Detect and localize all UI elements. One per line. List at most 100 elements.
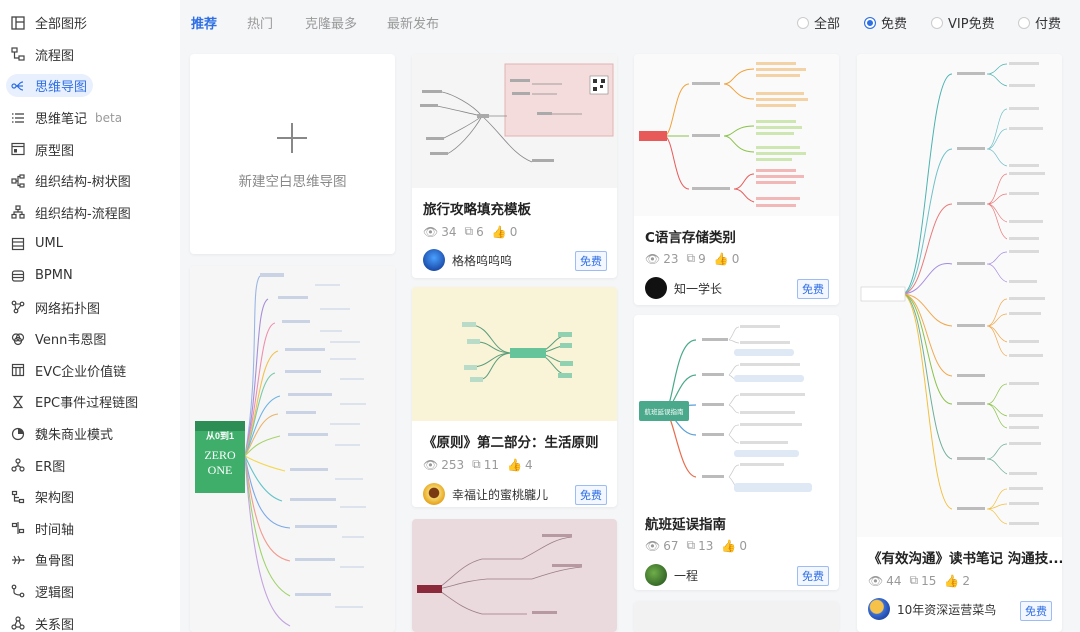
tab-latest[interactable]: 最新发布	[387, 13, 439, 32]
card-title[interactable]: 《原则》第二部分：生活原则	[423, 431, 599, 451]
like-thumb-icon: 👍	[944, 573, 960, 588]
views-count: 67	[663, 538, 679, 553]
card-stats: 👁 34 ⧉ 6 👍 0	[423, 224, 525, 239]
card-stats: 👁 253 ⧉ 11 👍 4	[423, 457, 541, 472]
views-count: 34	[441, 224, 457, 239]
sidebar-item-fishbone[interactable]: 鱼骨图	[0, 544, 180, 576]
sidebar-item-evc[interactable]: EVC企业价值链	[0, 355, 180, 387]
template-card-partial[interactable]	[412, 519, 617, 632]
card-author[interactable]: 格格呜呜呜	[423, 249, 512, 271]
clones-count: 6	[476, 224, 484, 239]
template-card-travel[interactable]: 旅行攻略填充模板 👁 34 ⧉ 6 👍 0 格格呜呜呜 免费	[412, 54, 617, 278]
sidebar-item-label: 关系图	[35, 617, 75, 632]
epc-icon	[10, 394, 26, 410]
mindmap-thumbnail: 从0到1 ZERO ONE	[190, 266, 395, 632]
radio-icon	[797, 16, 809, 29]
sidebar-item-er[interactable]: ER图	[0, 449, 180, 481]
app-root: 全部图形 流程图 思维导图 思维笔记 beta 原型图 组织结构-树状图 组织结…	[0, 0, 1080, 632]
sidebar-item-business-model[interactable]: 魏朱商业模式	[0, 418, 180, 450]
card-author[interactable]: 幸福让的蜜桃朧儿	[423, 483, 548, 505]
clone-copy-icon: ⧉	[464, 224, 474, 238]
sidebar-item-prototype[interactable]: 原型图	[0, 133, 180, 165]
template-card-effective-communication[interactable]: 《有效沟通》读书笔记 沟通技... 👁 44 ⧉ 15 👍 2 10年资深运营菜鸟 免…	[857, 54, 1062, 632]
author-name: 知一学长	[674, 281, 723, 296]
views-count: 253	[441, 457, 465, 472]
sidebar-item-all[interactable]: 全部图形	[0, 7, 180, 39]
sidebar-item-epc[interactable]: EPC事件过程链图	[0, 386, 180, 418]
sidebar-item-relation[interactable]: 关系图	[0, 607, 180, 632]
sidebar-item-label: 原型图	[35, 143, 75, 159]
sidebar-item-org-flow[interactable]: 组织结构-流程图	[0, 197, 180, 229]
avatar	[868, 598, 890, 620]
sidebar-item-label: Venn韦恩图	[35, 333, 107, 349]
likes-count: 4	[524, 457, 533, 472]
card-title[interactable]: 《有效沟通》读书笔记 沟通技...	[868, 547, 1062, 567]
new-blank-label: 新建空白思维导图	[238, 174, 347, 190]
template-card-c-storage[interactable]: C语言存储类别 👁 23 ⧉ 9 👍 0 知一学长 免费	[634, 54, 839, 305]
fishbone-icon	[10, 552, 26, 568]
sidebar-item-timeline[interactable]: 时间轴	[0, 513, 180, 545]
all-shapes-icon	[10, 15, 26, 31]
sidebar-item-uml[interactable]: UML	[0, 228, 180, 260]
sidebar-item-flowchart[interactable]: 流程图	[0, 39, 180, 71]
org-flow-icon	[10, 204, 26, 220]
sidebar-item-bpmn[interactable]: BPMN	[0, 260, 180, 292]
price-badge: 免费	[797, 279, 829, 299]
card-author[interactable]: 一程	[645, 564, 698, 586]
avatar	[645, 564, 667, 586]
architecture-icon	[10, 489, 26, 505]
price-filter-free[interactable]: 免费	[864, 13, 907, 32]
sidebar-item-label: 流程图	[35, 48, 75, 64]
timeline-icon	[10, 520, 26, 536]
prototype-icon	[10, 141, 26, 157]
relation-icon	[10, 615, 26, 631]
clones-count: 9	[698, 251, 706, 266]
card-stats: 👁 44 ⧉ 15 👍 2	[868, 573, 978, 588]
sidebar-item-label: EPC事件过程链图	[35, 396, 139, 412]
sidebar-item-mindmap[interactable]: 思维导图	[0, 70, 180, 102]
tab-hot[interactable]: 热门	[247, 13, 273, 32]
org-tree-icon	[10, 173, 26, 189]
card-stats: 👁 67 ⧉ 13 👍 0	[645, 538, 755, 553]
sidebar-item-architecture[interactable]: 架构图	[0, 481, 180, 513]
mindmap-thumbnail	[412, 519, 617, 632]
views-count: 44	[886, 573, 902, 588]
card-author[interactable]: 知一学长	[645, 277, 722, 299]
sidebar-item-venn[interactable]: Venn韦恩图	[0, 323, 180, 355]
business-model-icon	[10, 426, 26, 442]
like-thumb-icon: 👍	[491, 224, 507, 239]
avatar	[645, 277, 667, 299]
sidebar-item-logic[interactable]: 逻辑图	[0, 576, 180, 608]
avatar	[423, 483, 445, 505]
mindmap-icon	[10, 78, 26, 94]
author-name: 一程	[674, 568, 699, 583]
sidebar-item-mind-notes[interactable]: 思维笔记 beta	[0, 102, 180, 134]
flowchart-icon	[10, 46, 26, 62]
template-card-partial[interactable]	[634, 601, 839, 632]
sidebar-item-label: 魏朱商业模式	[35, 428, 114, 444]
sidebar-item-label: 思维导图	[35, 80, 88, 96]
book-cover-line1: 从0到1	[206, 430, 234, 441]
sidebar-item-label: 思维笔记	[35, 112, 88, 128]
new-blank-mindmap-card[interactable]: 新建空白思维导图	[190, 54, 395, 254]
price-filter-all[interactable]: 全部	[797, 13, 840, 32]
price-badge: 免费	[797, 566, 829, 586]
author-name: 幸福让的蜜桃朧儿	[452, 487, 549, 502]
likes-count: 0	[739, 538, 747, 553]
sidebar-item-org-tree[interactable]: 组织结构-树状图	[0, 165, 180, 197]
tab-most-cloned[interactable]: 克隆最多	[305, 13, 357, 32]
evc-icon	[10, 362, 26, 378]
sidebar-item-network[interactable]: 网络拓扑图	[0, 291, 180, 323]
template-card-zero-to-one[interactable]: 从0到1 ZERO ONE	[190, 266, 395, 632]
tab-recommended[interactable]: 推荐	[191, 13, 217, 32]
card-title[interactable]: 航班延误指南	[645, 513, 726, 533]
price-filter-paid[interactable]: 付费	[1018, 13, 1061, 32]
template-card-principles[interactable]: 《原则》第二部分：生活原则 👁 253 ⧉ 11 👍 4 幸福让的蜜桃朧儿 免费	[412, 287, 617, 507]
card-title[interactable]: C语言存储类别	[645, 226, 736, 246]
views-eye-icon: 👁	[423, 224, 439, 239]
template-card-flight-delay[interactable]: 航班延误指南 航班延误指南 👁 67 ⧉ 13 👍 0 一程 免费	[634, 315, 839, 590]
card-title[interactable]: 旅行攻略填充模板	[423, 198, 531, 218]
radio-label: 免费	[881, 17, 908, 32]
card-author[interactable]: 10年资深运营菜鸟	[868, 598, 996, 620]
price-filter-vip-free[interactable]: VIP免费	[931, 13, 995, 32]
